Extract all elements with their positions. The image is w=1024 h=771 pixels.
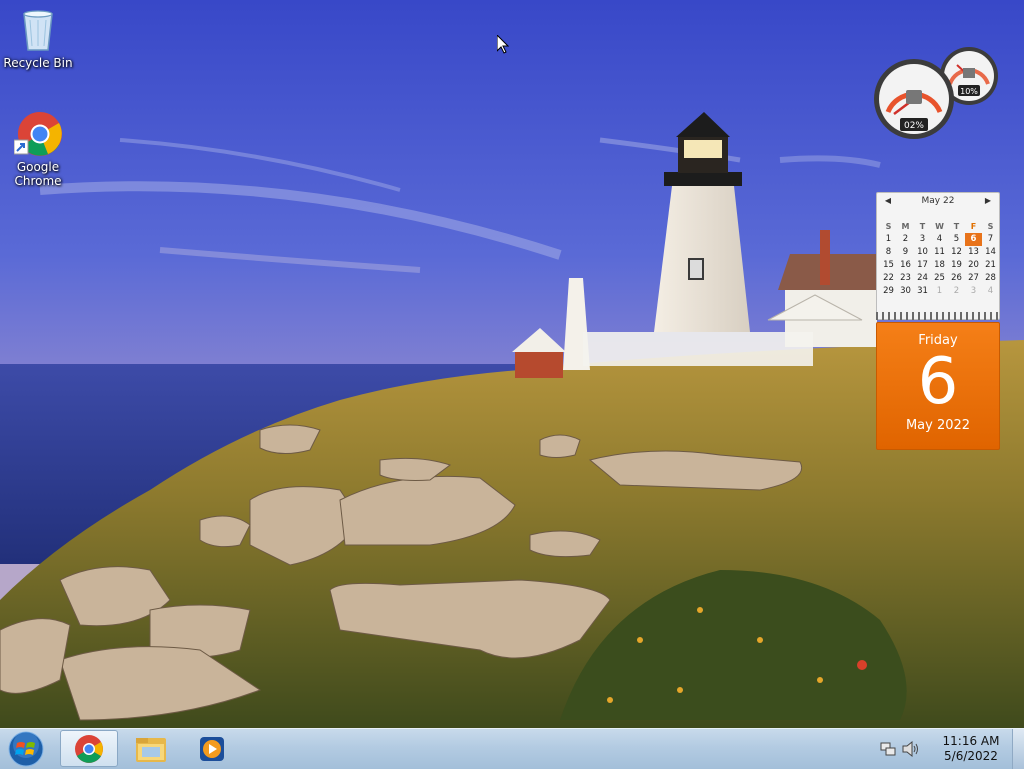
calendar-day-cell[interactable]: 26 [948, 272, 965, 285]
calendar-day-cell[interactable]: 31 [914, 285, 931, 298]
calendar-day-cell[interactable]: 30 [897, 285, 914, 298]
calendar-day-cell[interactable]: 21 [982, 259, 999, 272]
calendar-month-label: May 22 [921, 196, 955, 206]
clock-date: 5/6/2022 [944, 749, 998, 763]
calendar-weekday-cell: F [970, 222, 977, 231]
next-month-arrow-icon[interactable]: ▶ [981, 193, 995, 209]
desktop-icon-recycle-bin[interactable]: Recycle Bin [0, 6, 76, 70]
network-icon[interactable] [880, 741, 896, 757]
calendar-day-cell[interactable]: 3 [914, 233, 931, 246]
calendar-day-cell[interactable]: 23 [897, 272, 914, 285]
calendar-weekday-cell: T [919, 222, 926, 231]
calendar-gadget[interactable]: ◀ May 22 ▶ SMTWTFS 1 2 3 4 5 6 7 8 9 10 11 12 13 14 15… [876, 192, 1000, 450]
recycle-bin-icon [14, 6, 62, 54]
calendar-week-row: 1234567 [880, 233, 999, 246]
calendar-month-view: ◀ May 22 ▶ SMTWTFS 1 2 3 4 5 6 7 8 9 10 11 12 13 14 15… [876, 192, 1000, 320]
calendar-day-grid: 1 2 3 4 5 6 7 8 9 10 11 12 13 14 15 16 17 18 19 20 21 22 23 24 2… [880, 233, 999, 298]
calendar-weekday-cell: S [885, 222, 892, 231]
calendar-day-cell[interactable]: 27 [965, 272, 982, 285]
calendar-day-cell[interactable]: 29 [880, 285, 897, 298]
calendar-weekday-cell: M [901, 222, 910, 231]
calendar-day-cell[interactable]: 7 [982, 233, 999, 246]
calendar-day-cell[interactable]: 15 [880, 259, 897, 272]
volume-icon[interactable] [902, 741, 920, 757]
calendar-day-cell[interactable]: 11 [931, 246, 948, 259]
folder-icon [136, 738, 166, 762]
calendar-day-cell[interactable]: 17 [914, 259, 931, 272]
calendar-day-cell[interactable]: 16 [897, 259, 914, 272]
system-clock[interactable]: 11:16 AM 5/6/2022 [936, 734, 1006, 764]
calendar-day-cell[interactable]: 4 [982, 285, 999, 298]
taskbar: 11:16 AM 5/6/2022 [0, 728, 1024, 769]
clock-time: 11:16 AM [942, 734, 1000, 748]
taskbar-button-windows-media-player[interactable] [182, 730, 240, 767]
start-button[interactable] [4, 731, 48, 767]
show-desktop-button[interactable] [1012, 729, 1024, 769]
calendar-day-cell[interactable]: 24 [914, 272, 931, 285]
calendar-day-cell[interactable]: 9 [897, 246, 914, 259]
calendar-binding [876, 312, 1000, 320]
calendar-day-cell[interactable]: 2 [948, 285, 965, 298]
calendar-week-row: 22 23 24 25 26 27 28 [880, 272, 999, 285]
calendar-weekday-cell: W [935, 222, 944, 231]
calendar-day-cell[interactable]: 14 [982, 246, 999, 259]
calendar-day-cell[interactable]: 25 [931, 272, 948, 285]
desktop-wallpaper [0, 0, 1024, 728]
desktop-icon-google-chrome[interactable]: Google Chrome [0, 110, 76, 188]
calendar-day-cell[interactable]: 19 [948, 259, 965, 272]
taskbar-button-chrome[interactable] [60, 730, 118, 767]
calendar-header: ◀ May 22 ▶ [877, 193, 999, 209]
chrome-icon [13, 110, 62, 158]
calendar-week-row: 15 16 17 18 19 20 21 [880, 259, 999, 272]
calendar-day-cell[interactable]: 1 [880, 233, 897, 246]
calendar-day-cell[interactable]: 6 [965, 233, 982, 246]
media-player-icon [200, 737, 224, 761]
cpu-percent-label: 02% [904, 121, 924, 131]
memory-percent-label: 10% [960, 87, 978, 96]
calendar-month-year-label: May 2022 [905, 418, 971, 433]
calendar-day-cell[interactable]: 20 [965, 259, 982, 272]
desktop-icon-label: Recycle Bin [3, 56, 73, 70]
calendar-day-cell[interactable]: 13 [965, 246, 982, 259]
calendar-weekday-cell: S [987, 222, 994, 231]
calendar-day-cell[interactable]: 12 [948, 246, 965, 259]
calendar-day-view[interactable]: Friday 6 May 2022 [876, 322, 1000, 450]
calendar-weekday-cell: T [953, 222, 960, 231]
calendar-day-cell[interactable]: 28 [982, 272, 999, 285]
calendar-day-cell[interactable]: 2 [897, 233, 914, 246]
calendar-weekday-row: SMTWTFS [880, 220, 999, 233]
calendar-day-cell[interactable]: 10 [914, 246, 931, 259]
calendar-week-row: 29 30 31 1 2 3 4 [880, 285, 999, 298]
mouse-pointer-icon [497, 35, 509, 54]
taskbar-button-windows-explorer[interactable] [120, 730, 178, 767]
calendar-day-cell[interactable]: 3 [965, 285, 982, 298]
calendar-day-cell[interactable]: 22 [880, 272, 897, 285]
calendar-day-cell[interactable]: 4 [931, 233, 948, 246]
previous-month-arrow-icon[interactable]: ◀ [881, 193, 895, 209]
desktop-icon-label: Google Chrome [14, 160, 62, 188]
chrome-icon [75, 735, 103, 763]
cpu-meter-gadget[interactable]: 10% 02% [872, 44, 1004, 142]
calendar-day-cell[interactable]: 5 [948, 233, 965, 246]
calendar-day-cell[interactable]: 18 [931, 259, 948, 272]
calendar-day-cell[interactable]: 8 [880, 246, 897, 259]
calendar-day-cell[interactable]: 1 [931, 285, 948, 298]
calendar-day-number: 6 [917, 345, 959, 419]
calendar-week-row: 8 9 10 11 12 13 14 [880, 246, 999, 259]
windows-logo-icon [8, 731, 44, 767]
